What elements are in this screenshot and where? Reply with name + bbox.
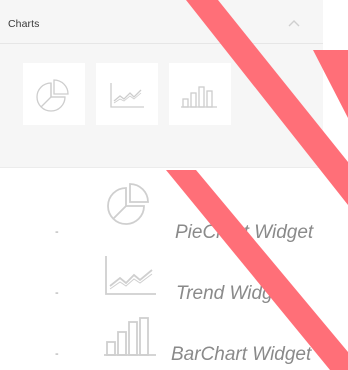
list-dash: - xyxy=(55,226,59,238)
pie-chart-icon xyxy=(107,183,149,225)
list-dash: - xyxy=(55,287,59,299)
list-dash: - xyxy=(55,348,59,360)
panel-title: Charts xyxy=(8,18,40,30)
tile-bar-chart[interactable] xyxy=(169,63,231,125)
widget-label: BarChart Widget xyxy=(171,344,312,365)
widget-label: PieChart Widget xyxy=(175,222,314,243)
pie-chart-icon xyxy=(36,79,69,112)
tile-pie-chart[interactable] xyxy=(23,63,85,125)
widget-palette-view: Charts - PieChart Widget - Trend Widget … xyxy=(0,0,348,370)
bar-chart-icon xyxy=(104,317,156,356)
widget-item-barchart[interactable]: - BarChart Widget xyxy=(0,312,348,370)
line-chart-icon xyxy=(105,256,156,295)
charts-panel: Charts xyxy=(0,0,323,168)
charts-panel-header[interactable]: Charts xyxy=(0,0,323,44)
chevron-up-icon[interactable] xyxy=(287,18,301,28)
bar-chart-icon xyxy=(181,86,217,108)
widget-item-piechart[interactable]: - PieChart Widget xyxy=(0,174,348,243)
widget-label: Trend Widget xyxy=(176,283,289,304)
line-chart-icon xyxy=(110,83,144,108)
tile-trend[interactable] xyxy=(96,63,158,125)
widget-item-trend[interactable]: - Trend Widget xyxy=(0,250,348,308)
